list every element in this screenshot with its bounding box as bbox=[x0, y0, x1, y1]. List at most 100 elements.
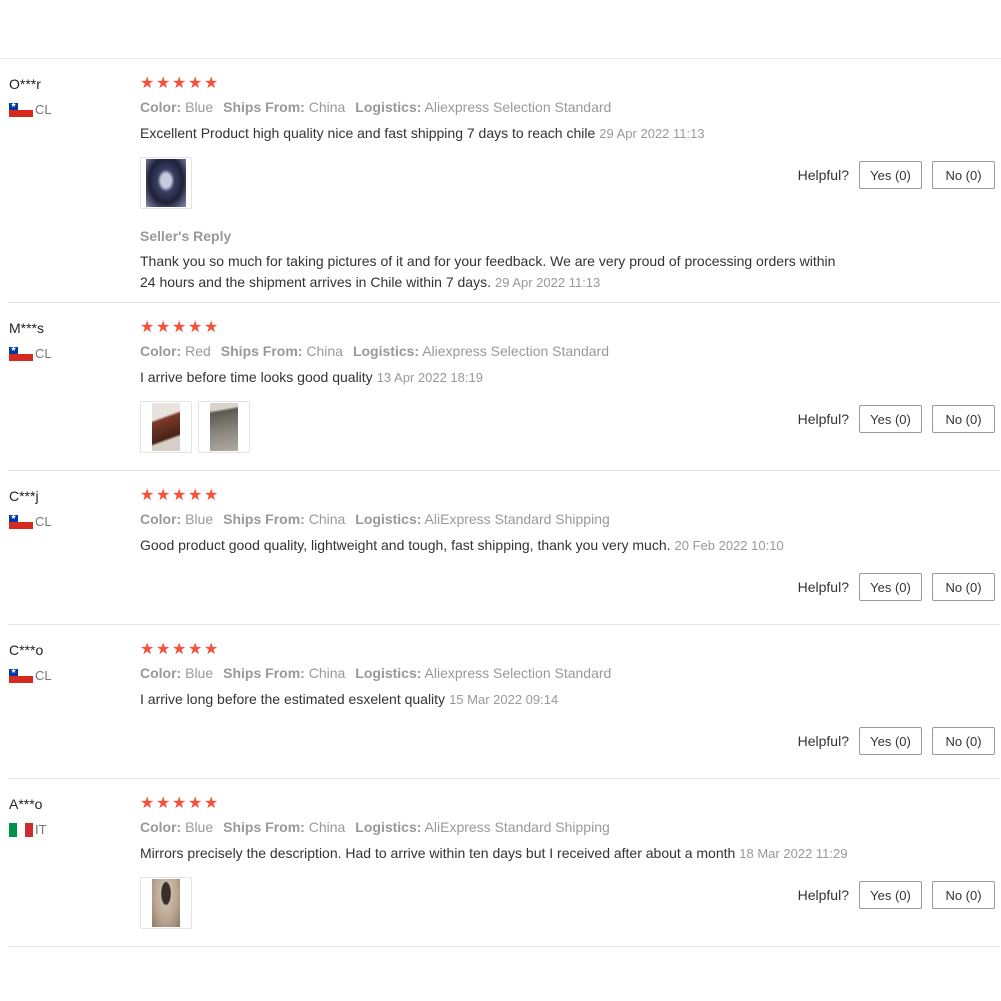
star-icon: ★ bbox=[140, 795, 155, 812]
review-text-row: I arrive long before the estimated esxel… bbox=[140, 690, 800, 709]
helpful-label: Helpful? bbox=[797, 733, 849, 749]
color-attr: Color: Red bbox=[140, 343, 211, 359]
review-text: I arrive long before the estimated esxel… bbox=[140, 691, 446, 707]
star-icon: ★ bbox=[156, 795, 171, 812]
star-icon: ★ bbox=[188, 487, 203, 504]
reviewer-country: CL bbox=[9, 345, 129, 361]
color-value: Blue bbox=[185, 665, 214, 681]
color-label: Color: bbox=[140, 343, 182, 359]
ships-from-attr: Ships From: China bbox=[223, 819, 345, 835]
logistics-value: AliExpress Standard Shipping bbox=[424, 511, 610, 527]
star-icon: ★ bbox=[188, 319, 203, 336]
helpful-no-button[interactable]: No (0) bbox=[932, 573, 995, 601]
photo-image bbox=[152, 879, 180, 927]
reviewer-name: O***r bbox=[9, 76, 41, 92]
review-content: ★ ★ ★ ★ ★ Color: Blue Ships From: China Logisti… bbox=[140, 487, 800, 555]
reviewer-country: CL bbox=[9, 101, 129, 117]
review-date: 15 Mar 2022 09:14 bbox=[449, 692, 559, 707]
logistics-attr: Logistics: Aliexpress Selection Standard bbox=[355, 99, 611, 115]
review-text-row: Mirrors precisely the description. Had t… bbox=[140, 844, 847, 863]
star-icon: ★ bbox=[188, 75, 203, 92]
color-attr: Color: Blue bbox=[140, 511, 213, 527]
review-text: Good product good quality, lightweight a… bbox=[140, 537, 671, 553]
helpful-yes-button[interactable]: Yes (0) bbox=[859, 405, 922, 433]
review-text: Excellent Product high quality nice and … bbox=[140, 125, 596, 141]
review-photo-thumbnail[interactable] bbox=[140, 877, 192, 929]
review-item: A***o IT ★ ★ ★ ★ ★ Color: Blue Ships From: China… bbox=[8, 779, 1000, 947]
logistics-attr: Logistics: AliExpress Standard Shipping bbox=[355, 511, 609, 527]
star-icon: ★ bbox=[204, 319, 219, 336]
helpful-label: Helpful? bbox=[797, 167, 849, 183]
review-meta: Color: Blue Ships From: China Logistics: A… bbox=[140, 665, 800, 682]
country-code: IT bbox=[35, 822, 47, 837]
review-photo-thumbnail[interactable] bbox=[140, 157, 192, 209]
review-item: C***jCL★★★★★Color: BlueShips From: China… bbox=[8, 471, 1000, 625]
helpful-yes-button[interactable]: Yes (0) bbox=[859, 161, 922, 189]
logistics-attr: Logistics: Aliexpress Selection Standard bbox=[353, 343, 609, 359]
country-code: CL bbox=[35, 514, 52, 529]
ships-from-label: Ships From: bbox=[223, 99, 305, 115]
review-meta: Color: Blue Ships From: China Logistics: A… bbox=[140, 819, 800, 836]
ships-from-value: China bbox=[308, 511, 346, 527]
star-icon: ★ bbox=[204, 641, 219, 658]
logistics-attr: Logistics: Aliexpress Selection Standard bbox=[355, 665, 611, 681]
reviewer-name: A***o bbox=[9, 796, 43, 812]
reviewer-name: C***j bbox=[9, 488, 39, 504]
ships-from-attr: Ships From: China bbox=[223, 511, 345, 527]
seller-reply: Seller's Reply Thank you so much for taki… bbox=[140, 227, 835, 293]
helpful-no-button[interactable]: No (0) bbox=[932, 405, 995, 433]
helpful-no-button[interactable]: No (0) bbox=[932, 161, 995, 189]
review-text: I arrive before time looks good quality bbox=[140, 369, 373, 385]
review-meta: Color: Blue Ships From: China Logistics: A… bbox=[140, 511, 800, 528]
logistics-label: Logistics: bbox=[355, 665, 422, 681]
logistics-attr: Logistics: AliExpress Standard Shipping bbox=[355, 819, 609, 835]
helpful-no-button[interactable]: No (0) bbox=[932, 727, 995, 755]
review-photos bbox=[140, 157, 800, 209]
logistics-value: Aliexpress Selection Standard bbox=[424, 665, 612, 681]
star-icon: ★ bbox=[140, 319, 155, 336]
star-icon: ★ bbox=[172, 795, 187, 812]
review-meta: Color: Red Ships From: China Logistics: Al… bbox=[140, 343, 800, 360]
helpful-label: Helpful? bbox=[797, 411, 849, 427]
star-rating: ★ ★ ★ ★ ★ bbox=[140, 641, 800, 659]
flag-icon bbox=[9, 667, 33, 683]
ships-from-label: Ships From: bbox=[223, 511, 305, 527]
review-content: ★ ★ ★ ★ ★ Color: Blue Ships From: China Logisti… bbox=[140, 795, 847, 929]
review-photo-thumbnail[interactable] bbox=[140, 401, 192, 453]
review-text-row: I arrive before time looks good quality 1… bbox=[140, 368, 800, 387]
flag-icon bbox=[9, 345, 33, 361]
color-value: Blue bbox=[185, 511, 214, 527]
helpful-no-button[interactable]: No (0) bbox=[932, 881, 995, 909]
review-content: ★ ★ ★ ★ ★ Color: Blue Ships From: China Logisti… bbox=[140, 75, 835, 293]
review-photo-thumbnail[interactable] bbox=[198, 401, 250, 453]
review-photos bbox=[140, 877, 800, 929]
ships-from-label: Ships From: bbox=[223, 819, 305, 835]
reviewer-info: A***o IT bbox=[9, 795, 129, 837]
helpful-yes-button[interactable]: Yes (0) bbox=[859, 881, 922, 909]
star-icon: ★ bbox=[188, 641, 203, 658]
photo-image bbox=[152, 403, 180, 451]
helpful-label: Helpful? bbox=[797, 887, 849, 903]
helpful-yes-button[interactable]: Yes (0) bbox=[859, 573, 922, 601]
review-list: O***rCL★★★★★Color: BlueShips From: China… bbox=[0, 59, 1001, 947]
helpful-vote: Helpful? Yes (0) No (0) bbox=[798, 727, 995, 755]
star-icon: ★ bbox=[172, 75, 187, 92]
helpful-yes-button[interactable]: Yes (0) bbox=[859, 727, 922, 755]
color-label: Color: bbox=[140, 819, 182, 835]
review-photos bbox=[140, 401, 800, 453]
review-item: O***rCL★★★★★Color: BlueShips From: China… bbox=[8, 59, 1000, 303]
star-icon: ★ bbox=[156, 319, 171, 336]
logistics-label: Logistics: bbox=[352, 343, 420, 359]
color-attr: Color: Blue bbox=[140, 99, 213, 115]
logistics-value: Aliexpress Selection Standard bbox=[424, 99, 612, 115]
logistics-label: Logistics: bbox=[355, 511, 422, 527]
helpful-vote: Helpful? Yes (0) No (0) bbox=[798, 881, 995, 909]
star-icon: ★ bbox=[188, 795, 203, 812]
review-content: ★ ★ ★ ★ ★ Color: Red Ships From: China Logistic… bbox=[140, 319, 800, 453]
color-value: Blue bbox=[185, 99, 214, 115]
star-icon: ★ bbox=[204, 75, 219, 92]
logistics-value: AliExpress Standard Shipping bbox=[424, 819, 610, 835]
star-icon: ★ bbox=[204, 795, 219, 812]
star-icon: ★ bbox=[204, 487, 219, 504]
star-icon: ★ bbox=[140, 75, 155, 92]
